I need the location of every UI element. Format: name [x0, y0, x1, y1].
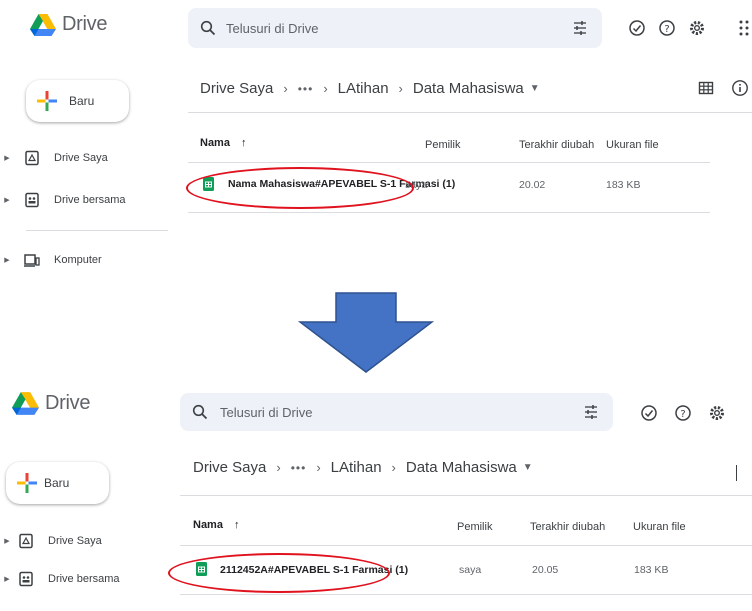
new-button-label: Baru	[69, 94, 95, 108]
offline-status-icon[interactable]	[640, 404, 658, 422]
column-header-owner[interactable]: Pemilik	[457, 521, 492, 533]
settings-icon[interactable]	[688, 19, 706, 37]
column-name-label: Nama	[200, 137, 230, 149]
sidebar-divider	[26, 230, 168, 231]
down-arrow-icon	[298, 292, 434, 373]
file-size: 183 KB	[606, 179, 641, 191]
sidebar-item-label: Drive bersama	[48, 573, 120, 585]
settings-icon[interactable]	[708, 404, 726, 422]
help-icon[interactable]: ?	[674, 404, 692, 422]
drive-logo-text: Drive	[62, 13, 108, 35]
chevron-right-icon: ›	[316, 460, 321, 475]
column-header-name[interactable]: Nama ↑	[200, 137, 247, 149]
chevron-right-icon: ›	[323, 81, 328, 96]
highlight-ellipse	[168, 553, 390, 593]
expand-caret-icon[interactable]: ▶	[0, 196, 14, 204]
breadcrumb-current[interactable]: Data Mahasiswa	[413, 80, 524, 97]
new-button[interactable]: Baru	[26, 80, 129, 122]
file-modified: 20.05	[532, 564, 559, 576]
breadcrumb-current[interactable]: Data Mahasiswa	[406, 459, 517, 476]
search-bar[interactable]: Telusuri di Drive	[180, 393, 613, 431]
drive-screenshot-before: Drive Telusuri di Drive ? Baru ▶ Drive S…	[0, 0, 752, 290]
breadcrumb-folder[interactable]: LAtihan	[331, 459, 382, 476]
dropdown-arrow-icon[interactable]: ▼	[530, 83, 540, 94]
file-modified: 20.02	[519, 179, 546, 191]
drive-logo[interactable]: Drive	[12, 392, 90, 415]
column-header-modified[interactable]: Terakhir diubah	[519, 139, 594, 151]
sidebar-item-my-drive[interactable]: ▶ Drive Saya	[0, 147, 108, 169]
breadcrumb-root[interactable]: Drive Saya	[200, 80, 273, 97]
plus-icon	[17, 473, 37, 493]
grid-view-icon[interactable]	[698, 80, 714, 96]
new-button-label: Baru	[44, 476, 70, 490]
sidebar-item-label: Komputer	[54, 254, 102, 266]
toolbar-edge-icon	[736, 465, 737, 481]
shared-drives-icon	[25, 192, 39, 208]
column-header-name[interactable]: Nama ↑	[193, 519, 240, 531]
breadcrumb-more[interactable]: •••	[298, 82, 314, 96]
sidebar-item-label: Drive Saya	[48, 535, 102, 547]
breadcrumb: Drive Saya › ••• › LAtihan › Data Mahasi…	[200, 80, 540, 97]
sidebar-item-label: Drive bersama	[54, 194, 126, 206]
chevron-right-icon: ›	[283, 81, 288, 96]
drive-logo-icon	[30, 13, 56, 36]
file-owner: saya	[459, 564, 482, 576]
sort-ascending-icon[interactable]: ↑	[241, 137, 247, 149]
header-divider	[180, 495, 752, 496]
offline-status-icon[interactable]	[628, 19, 646, 37]
chevron-right-icon: ›	[398, 81, 403, 96]
help-icon[interactable]: ?	[658, 19, 676, 37]
row-divider	[188, 212, 710, 213]
row-divider	[188, 162, 710, 163]
chevron-right-icon: ›	[391, 460, 396, 475]
search-filter-icon[interactable]	[583, 404, 599, 420]
sidebar-item-computers[interactable]: ▶ Komputer	[0, 249, 102, 271]
breadcrumb: Drive Saya › ••• › LAtihan › Data Mahasi…	[193, 459, 533, 476]
search-filter-icon[interactable]	[572, 20, 588, 36]
svg-text:?: ?	[680, 409, 685, 420]
breadcrumb-folder[interactable]: LAtihan	[338, 80, 389, 97]
column-header-modified[interactable]: Terakhir diubah	[530, 521, 605, 533]
chevron-right-icon: ›	[276, 460, 281, 475]
breadcrumb-root[interactable]: Drive Saya	[193, 459, 266, 476]
new-button[interactable]: Baru	[6, 462, 109, 504]
sidebar-item-shared-drives[interactable]: ▶ Drive bersama	[0, 189, 126, 211]
search-input[interactable]: Telusuri di Drive	[226, 21, 318, 36]
sidebar-item-label: Drive Saya	[54, 152, 108, 164]
search-input[interactable]: Telusuri di Drive	[220, 405, 312, 420]
header-divider	[188, 112, 752, 113]
my-drive-icon	[19, 533, 33, 549]
column-header-size[interactable]: Ukuran file	[606, 139, 659, 151]
sort-ascending-icon[interactable]: ↑	[234, 519, 240, 531]
my-drive-icon	[25, 150, 39, 166]
highlight-ellipse	[186, 167, 414, 209]
info-icon[interactable]	[731, 79, 749, 97]
search-bar[interactable]: Telusuri di Drive	[188, 8, 602, 48]
expand-caret-icon[interactable]: ▶	[0, 256, 14, 264]
row-divider	[180, 545, 752, 546]
search-icon[interactable]	[200, 20, 216, 36]
expand-caret-icon[interactable]: ▶	[0, 154, 14, 162]
plus-icon	[37, 91, 57, 111]
dropdown-arrow-icon[interactable]: ▼	[523, 462, 533, 473]
sidebar-item-my-drive[interactable]: ▶ Drive Saya	[0, 530, 102, 552]
file-size: 183 KB	[634, 564, 669, 576]
column-header-size[interactable]: Ukuran file	[633, 521, 686, 533]
drive-logo-icon	[12, 392, 39, 415]
svg-text:?: ?	[664, 24, 669, 35]
search-icon[interactable]	[192, 404, 208, 420]
shared-drives-icon	[19, 571, 33, 587]
drive-screenshot-after: Drive Telusuri di Drive ? Baru ▶ Drive S…	[0, 383, 752, 611]
apps-grid-icon[interactable]	[738, 19, 752, 37]
computer-icon	[24, 254, 40, 267]
column-header-owner[interactable]: Pemilik	[425, 139, 460, 151]
column-name-label: Nama	[193, 519, 223, 531]
expand-caret-icon[interactable]: ▶	[0, 537, 14, 545]
expand-caret-icon[interactable]: ▶	[0, 575, 14, 583]
row-divider	[180, 594, 752, 595]
drive-logo-text: Drive	[45, 392, 91, 414]
breadcrumb-more[interactable]: •••	[291, 461, 307, 475]
drive-logo[interactable]: Drive	[30, 13, 107, 36]
sidebar-item-shared-drives[interactable]: ▶ Drive bersama	[0, 568, 120, 590]
